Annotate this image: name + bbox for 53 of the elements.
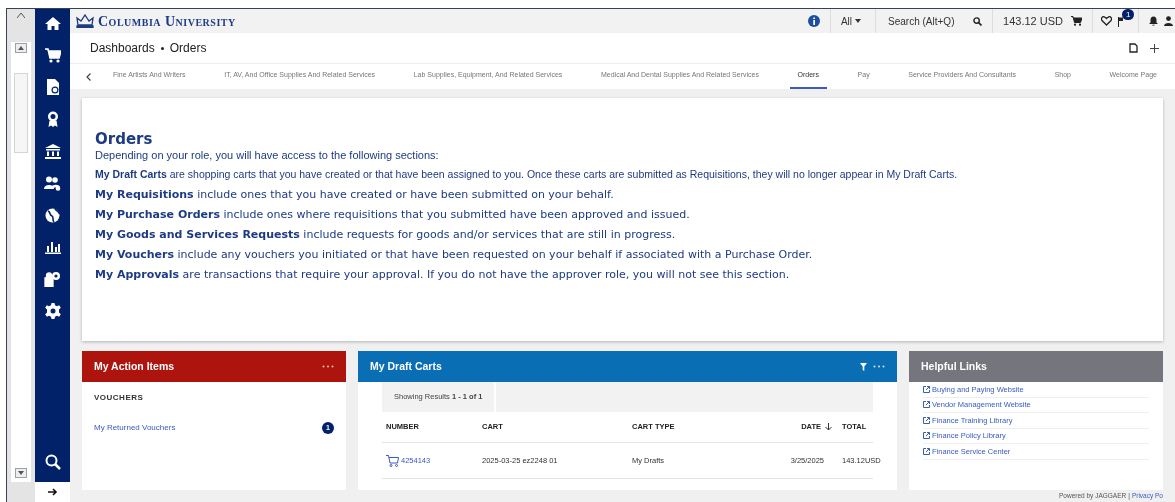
user-icon[interactable] [1164,16,1173,26]
globe-icon[interactable] [43,206,62,224]
section-description: My Requisitions include ones that you have created or have been submitted on your behalf. [95,188,615,201]
more-icon[interactable] [322,365,334,368]
section-description: My Purchase Orders include ones where requisitions that you submitted have been approved and issued. [95,208,691,221]
caret-down-icon[interactable] [855,19,862,23]
people-icon[interactable] [43,174,62,192]
section-title: Orders [95,131,154,148]
search-field[interactable]: Search (Alt+Q) [888,13,974,29]
search-icon[interactable] [973,16,983,26]
info-icon[interactable] [807,15,820,27]
external-link-icon[interactable] [923,401,930,409]
section-heading: VOUCHERS [93,392,145,404]
breadcrumb-current: Orders [169,40,207,57]
notification-badge: 1 [1122,9,1135,20]
external-link-icon[interactable] [923,385,930,393]
breadcrumb-separator [160,46,164,50]
scrollbar-thumb[interactable] [14,73,28,153]
crown-logo-icon[interactable] [76,14,94,28]
scroll-up-icon[interactable] [15,10,27,20]
breadcrumb-link[interactable]: Dashboards [90,39,155,57]
external-link-icon[interactable] [923,447,930,455]
university-name: Columbia University [98,12,236,31]
sort-arrow-icon[interactable] [825,423,832,431]
intro-text: Depending on your role, you will have access to the following sections: [95,148,440,162]
vouchers-link[interactable]: My Returned Vouchers [94,422,176,434]
external-link-icon[interactable] [923,416,930,424]
bank-icon[interactable] [43,142,62,160]
flag-icon[interactable] [1118,17,1124,27]
add-icon[interactable] [1150,43,1159,53]
panel-title: Helpful Links [921,358,987,374]
section-description: My Draft Carts are shopping carts that you have created or that have been assigned to you. Once these carts are submitted as Requisitions, they will no longer appear in My Draft Carts. [95,168,959,181]
panel-title: My Draft Carts [370,358,442,374]
cart-icon[interactable] [1071,16,1082,26]
bell-icon[interactable] [1149,16,1158,26]
search-icon[interactable] [44,454,61,470]
section-description: My Goods and Services Requests include requests for goods and/or services that are still in progress. [95,228,677,241]
expand-arrow-icon[interactable] [47,488,58,496]
panel-title: My Action Items [94,358,175,374]
document-icon[interactable] [1129,43,1138,53]
cart-icon[interactable] [386,454,399,467]
section-description: My Vouchers include any vouchers you initiated or that have been requested on your behalf if associated with a Purchase Order. [95,248,814,261]
section-description: My Approvals are transactions that require your approval. If you do not have the approver role, you will not see this section. [95,268,791,281]
filter-icon[interactable] [860,362,867,371]
heart-icon[interactable] [1101,16,1112,26]
tabs-back-icon[interactable] [86,72,91,81]
home-icon[interactable] [43,14,62,32]
external-link-icon[interactable] [923,432,930,440]
cart-icon[interactable] [43,46,62,64]
more-icon[interactable] [873,365,885,368]
scope-label: All [840,14,853,29]
cart-total[interactable]: 143.12 USD [993,12,1063,30]
settings-icon[interactable] [43,302,62,320]
